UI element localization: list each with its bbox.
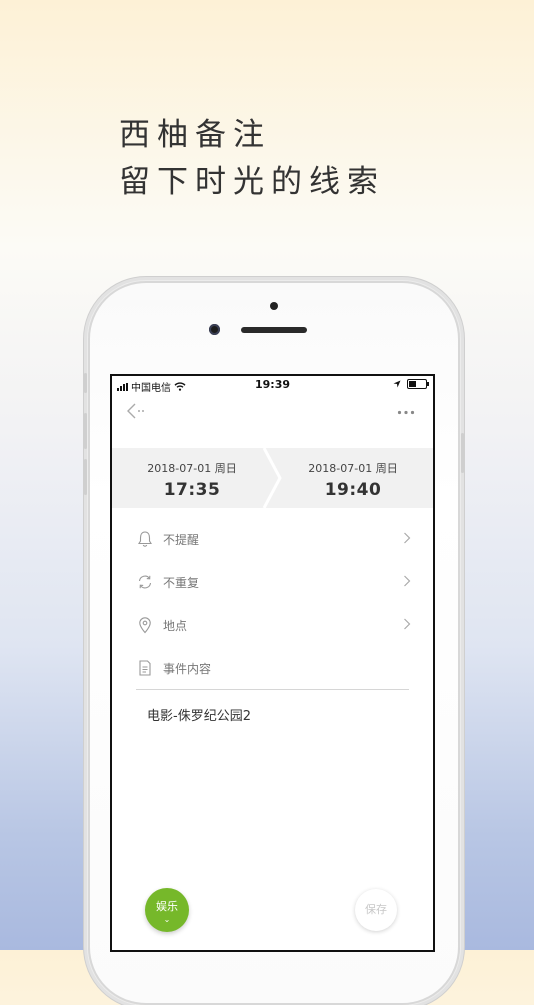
chevron-right-icon	[404, 618, 411, 630]
back-arrow-icon[interactable]	[126, 402, 148, 420]
category-label: 娱乐	[156, 900, 178, 913]
nav-bar	[112, 398, 433, 428]
bell-icon	[138, 531, 152, 547]
volume-down-button	[84, 459, 87, 495]
reminder-label: 不提醒	[163, 533, 200, 547]
end-time: 19:40	[324, 480, 382, 500]
reminder-row[interactable]: 不提醒	[112, 526, 433, 554]
mute-switch	[84, 373, 87, 393]
status-bar: 中国电信 19:39	[112, 376, 433, 394]
promo-line-1: 西柚备注	[119, 117, 271, 153]
repeat-label: 不重复	[163, 576, 200, 590]
event-content-text[interactable]: 电影-侏罗纪公园2	[147, 705, 251, 724]
status-time: 19:39	[254, 378, 290, 391]
power-button	[461, 433, 464, 473]
location-label: 地点	[163, 619, 188, 633]
start-time: 17:35	[163, 480, 221, 500]
more-options-icon[interactable]	[397, 410, 415, 415]
start-date: 2018-07-01 周日	[147, 462, 237, 475]
earpiece-speaker	[241, 327, 307, 333]
front-camera	[209, 324, 220, 335]
battery-icon	[407, 379, 429, 389]
end-time-picker[interactable]: 2018-07-01 周日 19:40	[273, 448, 433, 508]
document-icon	[139, 660, 151, 676]
refresh-icon	[138, 575, 152, 589]
end-date: 2018-07-01 周日	[308, 462, 398, 475]
time-range-bar: 2018-07-01 周日 17:35 2018-07-01 周日 19:40	[112, 448, 433, 508]
location-arrow-icon	[393, 380, 401, 388]
promo-line-2: 留下时光的线索	[119, 164, 385, 200]
chevron-right-icon	[404, 575, 411, 587]
volume-up-button	[84, 413, 87, 449]
chevron-down-icon: ⌄	[163, 915, 171, 924]
chevron-right-icon	[404, 532, 411, 544]
phone-mockup: 中国电信 19:39 2018-07-01 周日 17:35 2018-07-0…	[84, 281, 464, 1005]
event-content-label: 事件内容	[163, 662, 212, 676]
save-button[interactable]: 保存	[355, 889, 397, 931]
start-time-picker[interactable]: 2018-07-01 周日 17:35	[112, 448, 272, 508]
content-divider	[136, 689, 409, 690]
location-row[interactable]: 地点	[112, 612, 433, 640]
event-content-row: 事件内容	[112, 655, 433, 683]
category-button[interactable]: 娱乐 ⌄	[145, 888, 189, 932]
repeat-row[interactable]: 不重复	[112, 569, 433, 597]
location-pin-icon	[139, 617, 151, 634]
promo-headline: 西柚备注 留下时光的线索	[119, 112, 385, 206]
proximity-sensor	[270, 302, 278, 310]
phone-screen: 中国电信 19:39 2018-07-01 周日 17:35 2018-07-0…	[110, 374, 435, 952]
